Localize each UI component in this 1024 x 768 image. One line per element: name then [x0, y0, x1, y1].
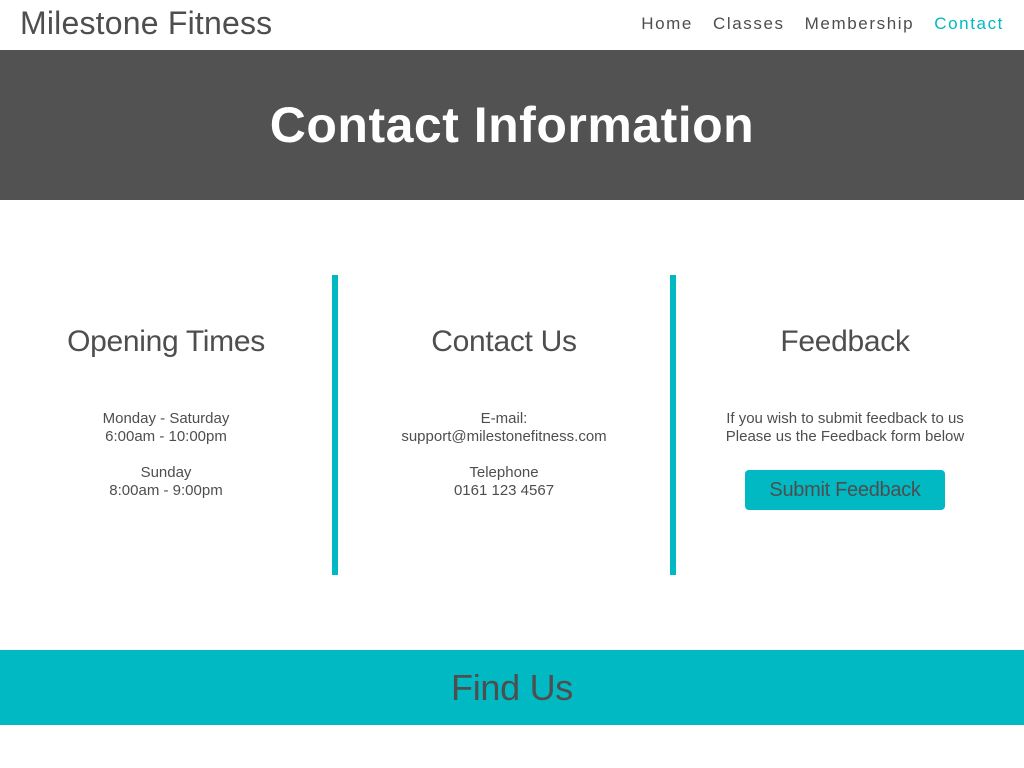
submit-feedback-button[interactable]: Submit Feedback [745, 470, 945, 510]
opening-times-heading: Opening Times [67, 325, 265, 358]
email-block: E-mail: support@milestonefitness.com [338, 410, 670, 446]
site-header: Milestone Fitness Home Classes Membershi… [0, 0, 1024, 50]
sunday-label: Sunday [140, 464, 192, 481]
feedback-column: Feedback If you wish to submit feedback … [676, 275, 1014, 575]
weekday-hours: 6:00am - 10:00pm [105, 428, 227, 445]
email-label: E-mail: [480, 410, 528, 427]
feedback-text: If you wish to submit feedback to us Ple… [676, 410, 1014, 446]
opening-times-column: Opening Times Monday - Saturday 6:00am -… [0, 275, 332, 575]
contact-us-heading: Contact Us [431, 325, 577, 358]
telephone-value: 0161 123 4567 [453, 482, 555, 499]
page-title: Contact Information [269, 97, 755, 153]
email-value: support@milestonefitness.com [401, 428, 607, 445]
weekday-hours-block: Monday - Saturday 6:00am - 10:00pm [0, 410, 332, 446]
telephone-block: Telephone 0161 123 4567 [338, 464, 670, 500]
hero-banner: Contact Information [0, 50, 1024, 200]
brand-logo-link[interactable]: Milestone Fitness [20, 5, 272, 42]
nav-classes[interactable]: Classes [713, 14, 785, 34]
sunday-hours-block: Sunday 8:00am - 9:00pm [0, 464, 332, 500]
find-us-heading: Find Us [451, 666, 573, 708]
contact-us-column: Contact Us E-mail: support@milestonefitn… [338, 275, 670, 575]
weekday-label: Monday - Saturday [102, 410, 230, 427]
nav-home[interactable]: Home [641, 14, 693, 34]
nav-contact[interactable]: Contact [934, 14, 1004, 34]
feedback-line-2: Please us the Feedback form below [725, 428, 965, 445]
info-section: Opening Times Monday - Saturday 6:00am -… [0, 275, 1024, 575]
sunday-hours: 8:00am - 9:00pm [109, 482, 223, 499]
main-nav: Home Classes Membership Contact [641, 14, 1004, 34]
telephone-label: Telephone [469, 464, 539, 481]
find-us-band: Find Us [0, 650, 1024, 725]
nav-membership[interactable]: Membership [805, 14, 915, 34]
feedback-heading: Feedback [780, 325, 910, 358]
feedback-line-1: If you wish to submit feedback to us [726, 410, 964, 427]
